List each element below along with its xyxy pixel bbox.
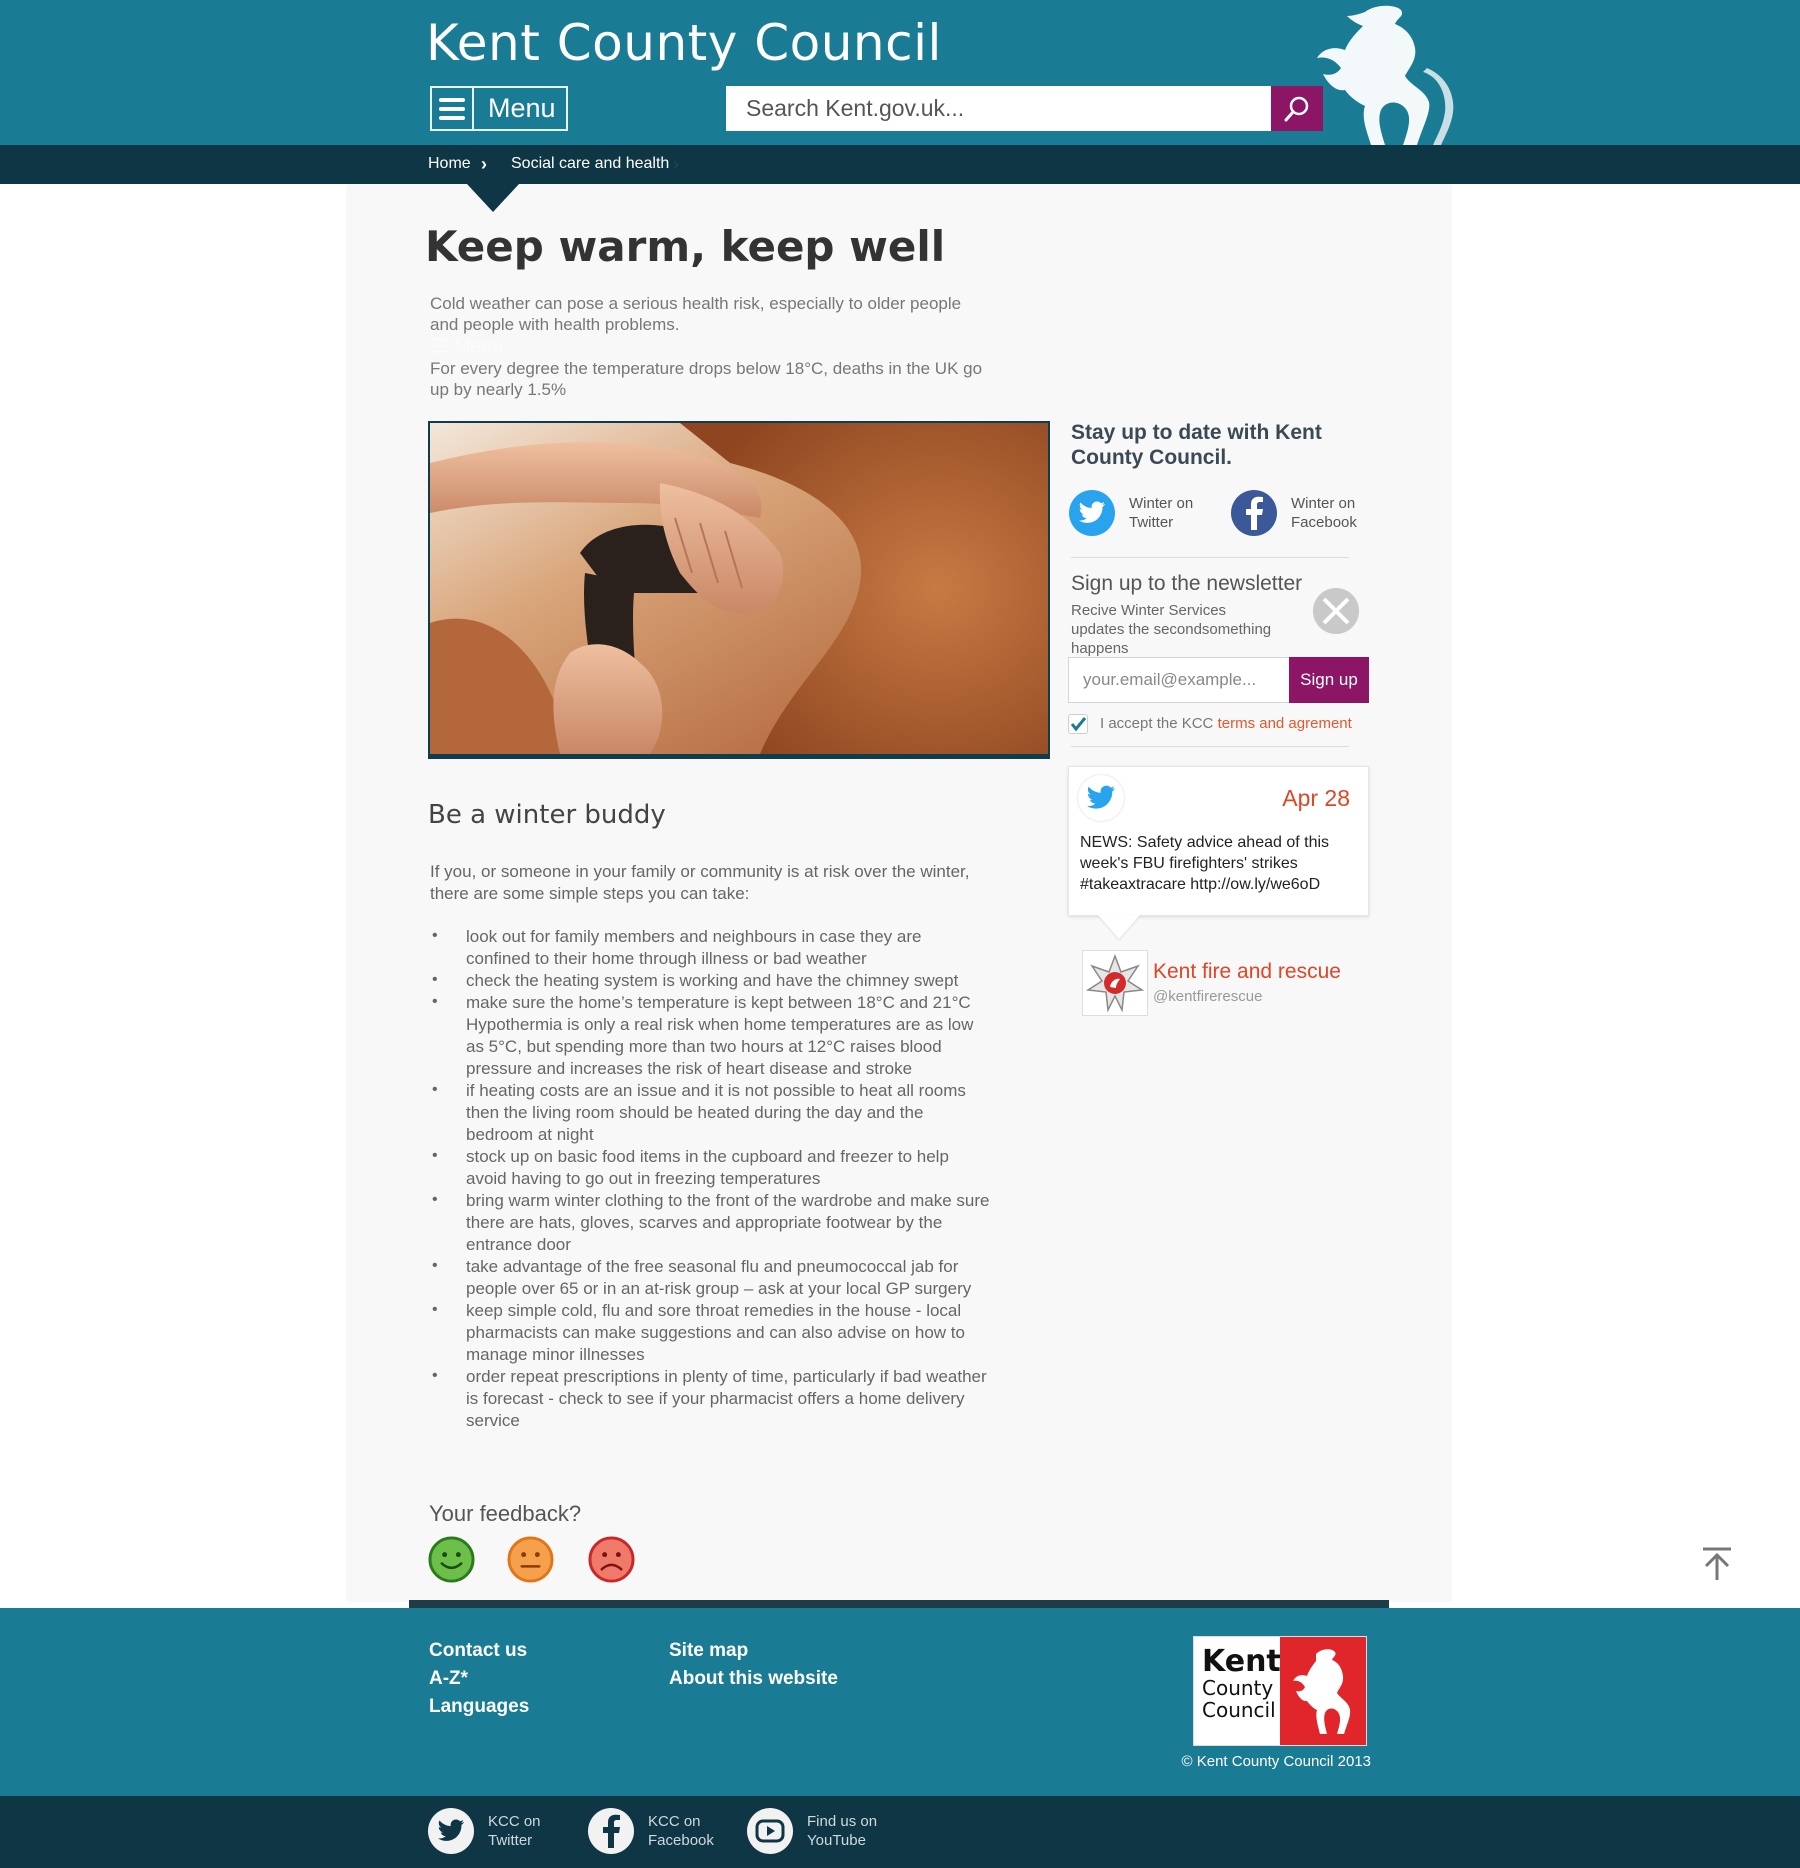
winter-twitter-link[interactable]: Winter on Twitter	[1069, 490, 1209, 536]
hero-image	[428, 421, 1050, 759]
newsletter-description: Recive Winter Services updates the secon…	[1071, 602, 1272, 657]
ghost-menu-label: Menu	[453, 336, 504, 358]
elderly-hands-on-cane-image	[430, 423, 1048, 754]
hamburger-icon	[432, 88, 474, 129]
footer-link-a-z[interactable]: A-Z*	[429, 1668, 468, 1690]
list-item: make sure the home’s temperature is kept…	[430, 991, 990, 1080]
logo-word-council: Council	[1202, 1698, 1276, 1722]
list-item: if heating costs are an issue and it is …	[430, 1079, 990, 1146]
logo-word-county: County	[1202, 1676, 1274, 1700]
copyright-text: © Kent County Council 2013	[1181, 1753, 1372, 1770]
back-to-top-icon[interactable]	[1700, 1546, 1734, 1582]
twitter-icon	[1069, 490, 1115, 536]
email-field[interactable]	[1068, 657, 1290, 703]
search-input[interactable]	[726, 86, 1271, 131]
feedback-title: Your feedback?	[429, 1501, 582, 1526]
terms-link[interactable]: terms and agrement	[1218, 715, 1352, 732]
breadcrumb-social-care-link[interactable]: Social care and health	[511, 155, 669, 173]
twitter-bird-icon	[1078, 775, 1124, 821]
kcc-twitter-link[interactable]: KCC on Twitter	[428, 1808, 578, 1854]
checkmark-icon	[1070, 717, 1087, 732]
facebook-icon	[1231, 490, 1277, 536]
terms-label: I accept the KCC terms and agrement	[1100, 715, 1352, 732]
close-icon[interactable]	[1313, 588, 1359, 634]
winter-facebook-link[interactable]: Winter on Facebook	[1231, 490, 1371, 536]
list-item: bring warm winter clothing to the front …	[430, 1189, 990, 1256]
list-item: check the heating system is working and …	[430, 969, 990, 992]
content-divider	[409, 1600, 1389, 1608]
tweet-text: NEWS: Safety advice ahead of this week's…	[1080, 834, 1330, 893]
kcc-logo-text: Kent County Council	[1194, 1637, 1281, 1745]
site-title[interactable]: Kent County Council	[426, 14, 942, 72]
fire-badge-icon	[1086, 954, 1144, 1012]
site-header: Kent County Council Menu	[0, 0, 1800, 145]
footer-link-about[interactable]: About this website	[669, 1668, 838, 1690]
tweet-card-pointer	[1098, 915, 1140, 939]
terms-checkbox[interactable]	[1068, 714, 1088, 734]
chevron-right-icon: ›	[481, 154, 487, 174]
twitter-icon	[428, 1808, 474, 1854]
fire-rescue-avatar[interactable]	[1082, 950, 1148, 1016]
kcc-facebook-label: KCC on Facebook	[648, 1813, 714, 1849]
sidebar-divider	[1071, 746, 1349, 747]
tweet-date: Apr 28	[1282, 785, 1350, 811]
footer-link-contact[interactable]: Contact us	[429, 1640, 527, 1662]
kcc-youtube-link[interactable]: Find us on YouTube	[747, 1808, 897, 1854]
section-text: If you, or someone in your family or com…	[430, 862, 970, 903]
list-item: order repeat prescriptions in plenty of …	[430, 1365, 990, 1432]
intro-paragraph: Cold weather can pose a serious health r…	[430, 294, 962, 334]
tweet-author-name[interactable]: Kent fire and rescue	[1153, 960, 1341, 984]
kcc-twitter-label: KCC on Twitter	[488, 1813, 541, 1849]
footer-social-bar	[0, 1796, 1800, 1868]
ghost-menu-overlay: ☰ Menu	[430, 336, 504, 358]
kcc-logo[interactable]: Kent County Council	[1193, 1636, 1367, 1746]
list-item: take advantage of the free seasonal flu …	[430, 1255, 990, 1300]
sidebar-divider	[1071, 557, 1349, 558]
facebook-icon	[588, 1808, 634, 1854]
logo-word-kent: Kent	[1202, 1644, 1281, 1679]
tips-list: look out for family members and neighbou…	[430, 925, 990, 1432]
stay-updated-title: Stay up to date with Kent County Council…	[1071, 421, 1322, 469]
site-footer: Contact us A-Z* Languages Site map About…	[0, 1608, 1800, 1796]
winter-facebook-label: Winter on Facebook	[1291, 495, 1357, 531]
kcc-youtube-label: Find us on YouTube	[807, 1813, 878, 1849]
youtube-icon	[747, 1808, 793, 1854]
page-title: Keep warm, keep well	[425, 222, 946, 271]
white-horse-icon	[1317, 5, 1454, 145]
terms-prefix: I accept the KCC	[1100, 715, 1218, 732]
signup-button[interactable]: Sign up	[1289, 657, 1369, 703]
menu-label: Menu	[488, 93, 556, 123]
tweet-author-handle: @kentfirerescue	[1153, 988, 1263, 1005]
section-title: Be a winter buddy	[428, 800, 666, 830]
footer-link-sitemap[interactable]: Site map	[669, 1640, 748, 1662]
neutral-face-icon[interactable]	[507, 1536, 554, 1583]
breadcrumb: Home › Social care and health ›	[0, 145, 1800, 184]
menu-button[interactable]: Menu	[430, 86, 568, 131]
kcc-facebook-link[interactable]: KCC on Facebook	[588, 1808, 738, 1854]
footer-link-languages[interactable]: Languages	[429, 1696, 529, 1718]
winter-twitter-label: Winter on Twitter	[1129, 495, 1194, 531]
chevron-right-icon: ›	[673, 154, 679, 174]
sad-face-icon[interactable]	[588, 1536, 635, 1583]
breadcrumb-home-link[interactable]: Home	[428, 155, 471, 173]
red-horse-icon	[1280, 1637, 1366, 1745]
newsletter-title: Sign up to the newsletter	[1071, 572, 1303, 595]
list-item: stock up on basic food items in the cupb…	[430, 1145, 990, 1190]
list-item: keep simple cold, flu and sore throat re…	[430, 1299, 990, 1366]
happy-face-icon[interactable]	[428, 1536, 475, 1583]
list-item: look out for family members and neighbou…	[430, 925, 990, 970]
breadcrumb-pointer	[467, 184, 519, 212]
intro-paragraph: For every degree the temperature drops b…	[430, 359, 983, 399]
